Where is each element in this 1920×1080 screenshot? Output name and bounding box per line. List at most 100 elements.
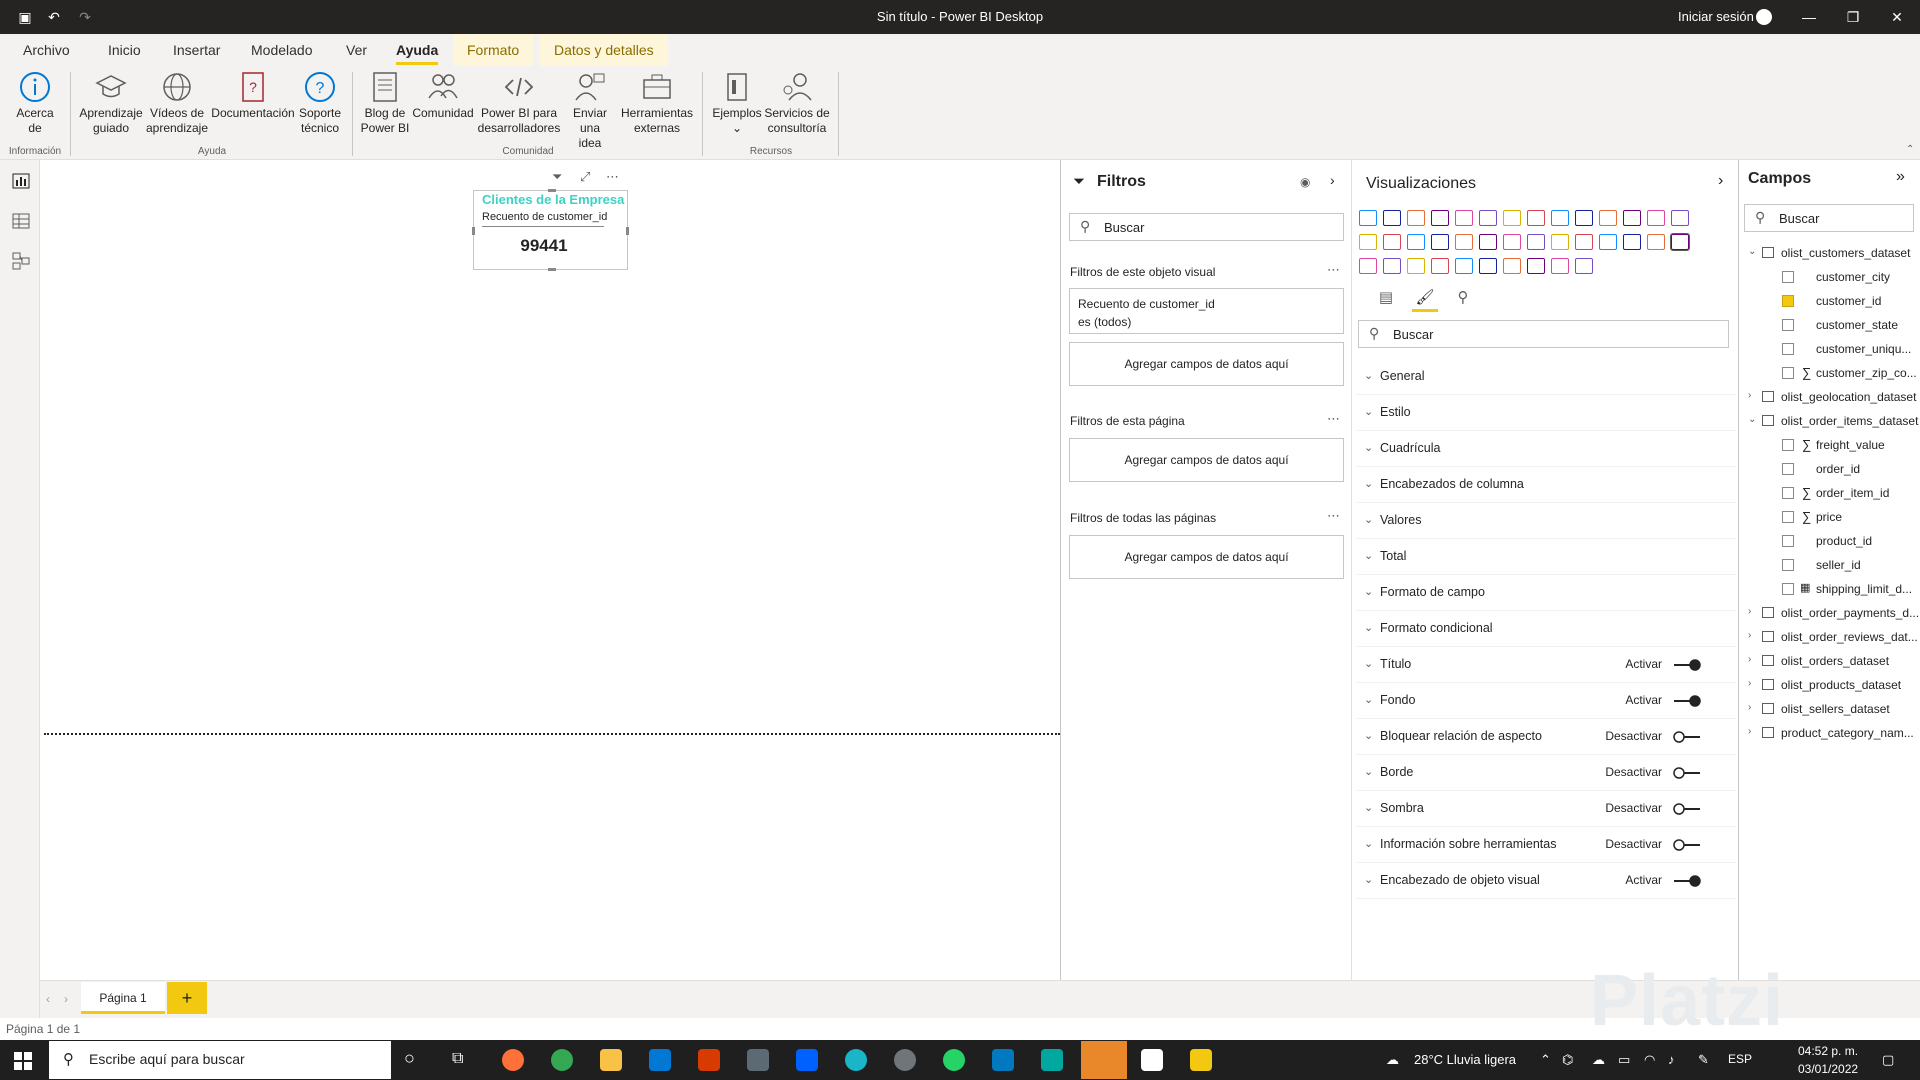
- clustered-bar-visual-icon[interactable]: [1407, 210, 1425, 226]
- cloud-icon[interactable]: ☁: [1592, 1052, 1605, 1068]
- resize-handle[interactable]: [548, 189, 556, 192]
- focus-mode-icon[interactable]: ⤢: [580, 169, 590, 185]
- add-page-button[interactable]: +: [167, 982, 207, 1014]
- format-section-row[interactable]: ⌄ Título Activar: [1356, 647, 1736, 683]
- consulting-button[interactable]: Servicios de consultoría: [762, 70, 832, 136]
- format-section-row[interactable]: ⌄ General: [1356, 359, 1736, 395]
- toggle-switch[interactable]: [1672, 767, 1702, 779]
- store-icon[interactable]: [649, 1049, 671, 1071]
- 100-column-visual-icon[interactable]: [1479, 210, 1497, 226]
- smart-narrative-visual-icon[interactable]: [1479, 258, 1497, 274]
- filters-search[interactable]: ⚲ Buscar: [1069, 213, 1344, 241]
- donut-visual-icon[interactable]: [1407, 234, 1425, 250]
- data-view-icon[interactable]: [12, 212, 30, 230]
- matrix-visual-icon[interactable]: [1670, 233, 1690, 251]
- power-automate-visual-icon[interactable]: [1551, 258, 1569, 274]
- chrome-alt-icon[interactable]: [894, 1049, 916, 1071]
- toggle-switch[interactable]: [1672, 659, 1702, 671]
- scroll-left-icon[interactable]: ‹: [46, 992, 50, 1006]
- treemap-visual-icon[interactable]: [1431, 234, 1449, 250]
- field-table-row[interactable]: › olist_order_payments_d...: [1748, 602, 1920, 626]
- format-section-row[interactable]: ⌄ Fondo Activar: [1356, 683, 1736, 719]
- format-section-row[interactable]: ⌄ Total: [1356, 539, 1736, 575]
- weather-icon[interactable]: ☁: [1386, 1052, 1399, 1068]
- stacked-area-visual-icon[interactable]: [1551, 210, 1569, 226]
- model-view-icon[interactable]: [12, 252, 30, 270]
- field-checkbox[interactable]: [1782, 559, 1794, 571]
- page-tab-1[interactable]: Página 1: [81, 982, 165, 1014]
- format-section-row[interactable]: ⌄ Encabezado de objeto visual Activar: [1356, 863, 1736, 899]
- field-column-row[interactable]: ▦ shipping_limit_d...: [1748, 578, 1920, 602]
- resize-handle[interactable]: [472, 227, 475, 235]
- collapse-filters-icon[interactable]: ›: [1330, 172, 1335, 188]
- card-visual[interactable]: ⏷ ⤢ ⋯ Clientes de la Empresa Recuento de…: [472, 169, 629, 271]
- field-table-row[interactable]: › olist_geolocation_dataset: [1748, 386, 1920, 410]
- fields-search[interactable]: ⚲ Buscar: [1744, 204, 1914, 232]
- field-checkbox[interactable]: [1782, 319, 1794, 331]
- power-apps-visual-icon[interactable]: [1527, 258, 1545, 274]
- format-section-row[interactable]: ⌄ Información sobre herramientas Desactiva…: [1356, 827, 1736, 863]
- toggle-switch[interactable]: [1672, 803, 1702, 815]
- collapse-ribbon-icon[interactable]: ⌃: [1906, 144, 1914, 155]
- qa-visual-icon[interactable]: [1455, 258, 1473, 274]
- visual-filter-card[interactable]: Recuento de customer_id es (todos): [1069, 288, 1344, 334]
- volume-icon[interactable]: ♪: [1668, 1052, 1675, 1067]
- line-stacked-visual-icon[interactable]: [1599, 210, 1617, 226]
- kpi-visual-icon[interactable]: [1599, 234, 1617, 250]
- table-visual-icon[interactable]: [1647, 234, 1665, 250]
- pie-visual-icon[interactable]: [1383, 234, 1401, 250]
- multi-row-card-visual-icon[interactable]: [1575, 234, 1593, 250]
- map-visual-icon[interactable]: [1455, 234, 1473, 250]
- clustered-column-visual-icon[interactable]: [1431, 210, 1449, 226]
- edge-icon[interactable]: [845, 1049, 867, 1071]
- field-table-row[interactable]: ⌄ olist_order_items_dataset: [1748, 410, 1920, 434]
- powerbi-icon[interactable]: [1190, 1049, 1212, 1071]
- card-visual-icon[interactable]: [1551, 234, 1569, 250]
- format-tab-icon[interactable]: 🖌: [1412, 288, 1438, 312]
- tab-ayuda[interactable]: Ayuda: [396, 42, 439, 65]
- area-visual-icon[interactable]: [1527, 210, 1545, 226]
- resize-handle[interactable]: [626, 227, 629, 235]
- python-visual-visual-icon[interactable]: [1383, 258, 1401, 274]
- eye-icon[interactable]: ◉: [1300, 175, 1310, 189]
- format-section-row[interactable]: ⌄ Formato de campo: [1356, 575, 1736, 611]
- field-checkbox[interactable]: [1782, 343, 1794, 355]
- community-button[interactable]: Comunidad: [412, 70, 474, 121]
- field-table-row[interactable]: › olist_order_reviews_dat...: [1748, 626, 1920, 650]
- resize-handle[interactable]: [548, 268, 556, 271]
- shape-map-visual-icon[interactable]: [1503, 234, 1521, 250]
- field-table-row[interactable]: › olist_orders_dataset: [1748, 650, 1920, 674]
- tab-inicio[interactable]: Inicio: [108, 42, 141, 58]
- slicer-visual-icon[interactable]: [1623, 234, 1641, 250]
- add-fields-dropzone[interactable]: Agregar campos de datos aquí: [1069, 342, 1344, 386]
- avatar[interactable]: [1756, 9, 1772, 25]
- weather-text[interactable]: 28°C Lluvia ligera: [1414, 1052, 1516, 1067]
- tab-archivo[interactable]: Archivo: [23, 42, 70, 58]
- app-icon[interactable]: [1041, 1049, 1063, 1071]
- 100-bar-visual-icon[interactable]: [1455, 210, 1473, 226]
- waterfall-visual-icon[interactable]: [1647, 210, 1665, 226]
- tab-ver[interactable]: Ver: [346, 42, 367, 58]
- filter-icon[interactable]: ⏷: [552, 169, 562, 185]
- field-column-row[interactable]: ∑ price: [1748, 506, 1920, 530]
- analytics-tab-icon[interactable]: ⚲: [1450, 288, 1476, 312]
- format-section-row[interactable]: ⌄ Encabezados de columna: [1356, 467, 1736, 503]
- field-checkbox[interactable]: [1782, 535, 1794, 547]
- ribbon-visual-icon[interactable]: [1623, 210, 1641, 226]
- trello-icon[interactable]: [992, 1049, 1014, 1071]
- field-checkbox[interactable]: [1782, 511, 1794, 523]
- external-tools-button[interactable]: Herramientas externas: [620, 70, 694, 136]
- file-explorer-icon[interactable]: [600, 1049, 622, 1071]
- whatsapp-icon[interactable]: [943, 1049, 965, 1071]
- developers-button[interactable]: Power BI para desarrolladores: [474, 70, 564, 136]
- tray-chevron-icon[interactable]: ⌃: [1540, 1052, 1551, 1068]
- more-options-icon[interactable]: ⋯: [1327, 508, 1340, 524]
- field-column-row[interactable]: ∑ freight_value: [1748, 434, 1920, 458]
- tab-datos-detalles[interactable]: Datos y detalles: [540, 34, 668, 66]
- battery-icon[interactable]: ▭: [1618, 1052, 1630, 1068]
- field-checkbox[interactable]: [1782, 463, 1794, 475]
- collapse-viz-icon[interactable]: ›: [1718, 172, 1723, 190]
- office-icon[interactable]: [698, 1049, 720, 1071]
- format-section-row[interactable]: ⌄ Valores: [1356, 503, 1736, 539]
- field-checkbox[interactable]: [1782, 271, 1794, 283]
